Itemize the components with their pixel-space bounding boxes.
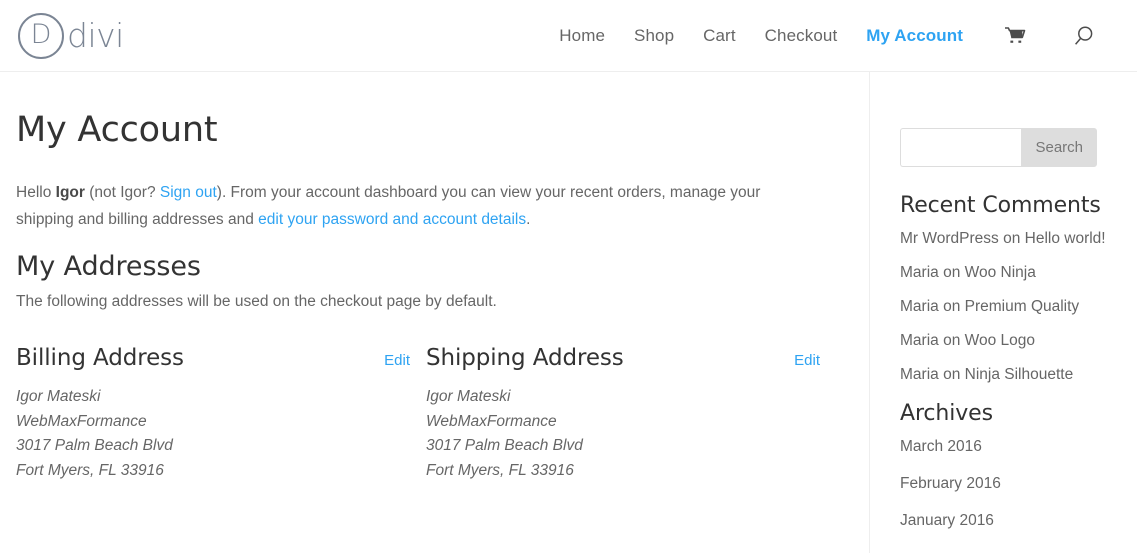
recent-comments-widget: Recent Comments Mr WordPress on Hello wo…	[900, 193, 1109, 387]
billing-address-body: Igor Mateski WebMaxFormance 3017 Palm Be…	[16, 385, 410, 483]
comment-post-link[interactable]: Premium Quality	[965, 298, 1080, 315]
billing-address-line: WebMaxFormance	[16, 412, 147, 430]
account-intro-paragraph: Hello Igor (not Igor? Sign out). From yo…	[16, 180, 816, 233]
recent-comments-title: Recent Comments	[900, 193, 1101, 218]
shipping-address-line: 3017 Palm Beach Blvd	[426, 437, 583, 455]
my-addresses-subtitle: The following addresses will be used on …	[16, 293, 497, 311]
comment-on-text: on	[938, 297, 965, 315]
archives-title: Archives	[900, 400, 993, 426]
search-input[interactable]	[900, 128, 1022, 167]
comment-author-link[interactable]: Mr WordPress	[900, 230, 999, 247]
intro-username: Igor	[55, 184, 85, 201]
page-title: My Account	[16, 110, 218, 150]
comment-on-text: on	[998, 230, 1025, 247]
archives-list: March 2016 February 2016 January 2016	[900, 436, 1109, 533]
main-navigation: Home Shop Cart Checkout My Account	[559, 25, 1095, 47]
list-item: Mr WordPress on Hello world!	[900, 228, 1109, 251]
comment-post-link[interactable]: Woo Logo	[965, 332, 1035, 349]
search-submit-button[interactable]: Search	[1021, 128, 1097, 167]
comment-post-link[interactable]: Hello world!	[1025, 230, 1106, 247]
sign-out-link[interactable]: Sign out	[160, 184, 217, 201]
comment-on-text: on	[938, 365, 965, 383]
divi-logo-mark-icon: D	[18, 12, 64, 59]
edit-account-details-link[interactable]: edit your password and account details	[258, 211, 526, 228]
shipping-address-block: Shipping Address Edit Igor Mateski WebMa…	[426, 345, 836, 483]
billing-address-line: Fort Myers, FL 33916	[16, 461, 164, 479]
intro-not-user: (not Igor?	[84, 184, 160, 201]
billing-address-line: Igor Mateski	[16, 388, 101, 406]
sidebar: Search Recent Comments Mr WordPress on H…	[870, 72, 1137, 553]
page-body: My Account Hello Igor (not Igor? Sign ou…	[0, 72, 1137, 553]
intro-period: .	[526, 210, 531, 228]
comment-author-link[interactable]: Maria	[900, 366, 939, 383]
list-item: Maria on Premium Quality	[900, 296, 1109, 319]
nav-item-cart[interactable]: Cart	[703, 26, 736, 46]
divi-logo-text: divi	[67, 16, 124, 55]
site-logo[interactable]: D divi	[18, 12, 124, 59]
comment-author-link[interactable]: Maria	[900, 298, 939, 315]
list-item: January 2016	[900, 510, 1109, 533]
shipping-address-line: Igor Mateski	[426, 388, 511, 406]
billing-address-block: Billing Address Edit Igor Mateski WebMax…	[16, 345, 426, 483]
list-item: Maria on Woo Logo	[900, 330, 1109, 353]
archive-link-january-2016[interactable]: January 2016	[900, 512, 994, 529]
edit-billing-address-link[interactable]: Edit	[384, 352, 410, 369]
main-content: My Account Hello Igor (not Igor? Sign ou…	[0, 72, 870, 553]
comment-author-link[interactable]: Maria	[900, 264, 939, 281]
nav-item-checkout[interactable]: Checkout	[765, 26, 838, 46]
billing-address-line: 3017 Palm Beach Blvd	[16, 437, 173, 455]
shipping-address-line: Fort Myers, FL 33916	[426, 461, 574, 479]
site-header: D divi Home Shop Cart Checkout My Accoun…	[0, 0, 1137, 72]
shipping-address-header: Shipping Address Edit	[426, 345, 820, 371]
list-item: March 2016	[900, 436, 1109, 459]
search-icon[interactable]	[1073, 25, 1095, 47]
comment-post-link[interactable]: Woo Ninja	[965, 264, 1036, 281]
intro-hello: Hello	[16, 184, 56, 201]
my-addresses-title: My Addresses	[16, 251, 201, 283]
addresses-container: Billing Address Edit Igor Mateski WebMax…	[16, 345, 836, 483]
shipping-address-body: Igor Mateski WebMaxFormance 3017 Palm Be…	[426, 385, 820, 483]
billing-address-title: Billing Address	[16, 345, 184, 372]
cart-icon[interactable]	[1004, 26, 1026, 46]
comment-post-link[interactable]: Ninja Silhouette	[965, 366, 1074, 383]
shipping-address-title: Shipping Address	[426, 345, 624, 372]
archive-link-march-2016[interactable]: March 2016	[900, 438, 982, 455]
archive-link-february-2016[interactable]: February 2016	[900, 475, 1001, 492]
comment-author-link[interactable]: Maria	[900, 332, 939, 349]
comment-on-text: on	[938, 331, 965, 349]
archives-widget: Archives March 2016 February 2016 Januar…	[900, 401, 1109, 533]
list-item: Maria on Woo Ninja	[900, 262, 1109, 285]
comment-on-text: on	[938, 263, 965, 281]
edit-shipping-address-link[interactable]: Edit	[794, 352, 820, 369]
nav-item-home[interactable]: Home	[559, 26, 605, 46]
nav-item-my-account[interactable]: My Account	[866, 26, 963, 46]
nav-item-shop[interactable]: Shop	[634, 26, 674, 46]
list-item: Maria on Ninja Silhouette	[900, 364, 1109, 387]
recent-comments-list: Mr WordPress on Hello world! Maria on Wo…	[900, 228, 1109, 387]
list-item: February 2016	[900, 473, 1109, 496]
sidebar-search-form: Search	[900, 128, 1097, 167]
shipping-address-line: WebMaxFormance	[426, 412, 557, 430]
billing-address-header: Billing Address Edit	[16, 345, 410, 371]
